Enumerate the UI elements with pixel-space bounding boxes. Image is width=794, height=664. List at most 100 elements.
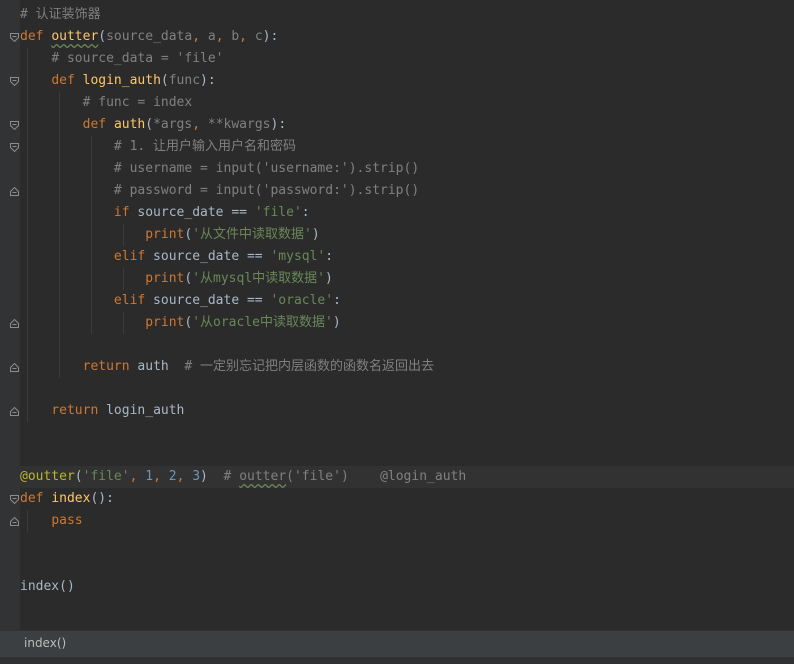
function-name: index — [51, 491, 91, 506]
function-name: auth — [113, 117, 146, 132]
keyword: pass — [51, 513, 83, 528]
code-area[interactable]: # 认证装饰器 def outter(source_data, a, b, c)… — [20, 4, 794, 598]
expression: source_date == — [145, 293, 271, 308]
parameter: func — [168, 73, 201, 88]
punctuation: , — [176, 469, 193, 484]
code-line[interactable]: # source_data = 'file' — [20, 48, 794, 70]
code-line[interactable]: elif source_date == 'mysql': — [20, 246, 794, 268]
punctuation: ) — [200, 469, 224, 484]
comment: # 1. 让用户输入用户名和密码 — [113, 139, 297, 154]
comment: # username = input('username:').strip() — [113, 161, 420, 176]
expression: source_date == — [145, 249, 271, 264]
punctuation: (): — [90, 491, 114, 506]
string-literal: '从文件中读取数据' — [192, 227, 312, 242]
decorator-symbol: @ — [20, 469, 28, 484]
fold-close-icon[interactable] — [10, 407, 19, 416]
comment: # password = input('password:').strip() — [113, 183, 420, 198]
code-line[interactable]: return login_auth — [20, 400, 794, 422]
code-line[interactable]: # 认证装饰器 — [20, 4, 794, 26]
function-name: outter — [51, 29, 99, 44]
code-line[interactable]: def index(): — [20, 488, 794, 510]
string-literal: 'oracle' — [270, 293, 334, 308]
fold-close-icon[interactable] — [10, 319, 19, 328]
keyword: if — [113, 205, 130, 220]
code-line[interactable]: return auth # 一定别忘记把内层函数的函数名返回出去 — [20, 356, 794, 378]
string-literal: 'mysql' — [270, 249, 326, 264]
parameter: b — [231, 29, 240, 44]
fold-open-icon[interactable] — [10, 77, 19, 86]
keyword: return — [51, 403, 99, 418]
code-line[interactable]: def outter(source_data, a, b, c): — [20, 26, 794, 48]
code-line[interactable]: # username = input('username:').strip() — [20, 158, 794, 180]
fold-open-icon[interactable] — [10, 33, 19, 42]
fold-close-icon[interactable] — [10, 187, 19, 196]
identifier: login_auth — [98, 403, 185, 418]
comment: # source_data = 'file' — [51, 51, 224, 66]
code-line[interactable] — [20, 554, 794, 576]
code-line[interactable] — [20, 378, 794, 400]
builtin-function: print — [145, 227, 185, 242]
fold-open-icon[interactable] — [10, 495, 19, 504]
number-literal: 3 — [192, 469, 201, 484]
fold-close-icon[interactable] — [10, 517, 19, 526]
punctuation: ): — [200, 73, 216, 88]
code-line[interactable] — [20, 444, 794, 466]
keyword: def — [20, 491, 44, 506]
punctuation: : — [301, 205, 310, 220]
code-line-current[interactable]: @outter('file', 1, 2, 3) # outter('file'… — [20, 466, 794, 488]
punctuation: ( — [160, 73, 169, 88]
code-line[interactable]: pass — [20, 510, 794, 532]
punctuation: ( — [145, 117, 154, 132]
code-line[interactable]: if source_date == 'file': — [20, 202, 794, 224]
builtin-function: print — [145, 315, 185, 330]
code-line[interactable]: # password = input('password:').strip() — [20, 180, 794, 202]
punctuation: : — [333, 293, 341, 308]
line-gutter[interactable] — [0, 0, 20, 630]
comment: # 认证装饰器 — [20, 7, 101, 22]
code-line[interactable]: # 1. 让用户输入用户名和密码 — [20, 136, 794, 158]
fold-open-icon[interactable] — [10, 121, 19, 130]
punctuation: ) — [325, 271, 333, 286]
code-line[interactable] — [20, 422, 794, 444]
fold-close-icon[interactable] — [10, 363, 19, 372]
breadcrumb[interactable]: index() — [24, 636, 66, 650]
builtin-function: print — [145, 271, 185, 286]
parameter: c — [254, 29, 263, 44]
code-line[interactable]: def login_auth(func): — [20, 70, 794, 92]
fold-open-icon[interactable] — [10, 143, 19, 152]
code-line[interactable]: print('从mysql中读取数据') — [20, 268, 794, 290]
string-literal: 'file' — [254, 205, 302, 220]
decorator-name: outter — [27, 469, 75, 484]
number-literal: 1 — [145, 469, 154, 484]
parameter: args — [160, 117, 193, 132]
code-line[interactable]: print('从oracle中读取数据') — [20, 312, 794, 334]
punctuation: ): — [262, 29, 279, 44]
bottom-toolbar-strip — [0, 657, 794, 664]
keyword: def — [20, 29, 44, 44]
breadcrumb-bar: index() — [0, 630, 794, 657]
punctuation: ) — [332, 315, 341, 330]
parameter: source_data — [106, 29, 193, 44]
keyword: elif — [113, 249, 146, 264]
punctuation: : — [325, 249, 334, 264]
punctuation: ): — [270, 117, 287, 132]
identifier: auth — [129, 359, 185, 374]
comment: # func = index — [82, 95, 193, 110]
code-line[interactable] — [20, 334, 794, 356]
keyword: return — [82, 359, 130, 374]
code-line[interactable]: index() — [20, 576, 794, 598]
code-line[interactable]: print('从文件中读取数据') — [20, 224, 794, 246]
code-line[interactable]: # func = index — [20, 92, 794, 114]
code-line[interactable]: def auth(*args, **kwargs): — [20, 114, 794, 136]
punctuation: , — [215, 29, 232, 44]
comment: # 一定别忘记把内层函数的函数名返回出去 — [184, 359, 435, 374]
code-line[interactable]: elif source_date == 'oracle': — [20, 290, 794, 312]
punctuation: ( — [98, 29, 107, 44]
code-editor[interactable]: # 认证装饰器 def outter(source_data, a, b, c)… — [0, 0, 794, 630]
comment-typo: outter — [239, 469, 287, 484]
string-literal: '从mysql中读取数据' — [192, 271, 325, 286]
operator: ** — [207, 117, 224, 132]
punctuation: , — [239, 29, 255, 44]
code-line[interactable] — [20, 532, 794, 554]
string-literal: '从oracle中读取数据' — [192, 315, 333, 330]
